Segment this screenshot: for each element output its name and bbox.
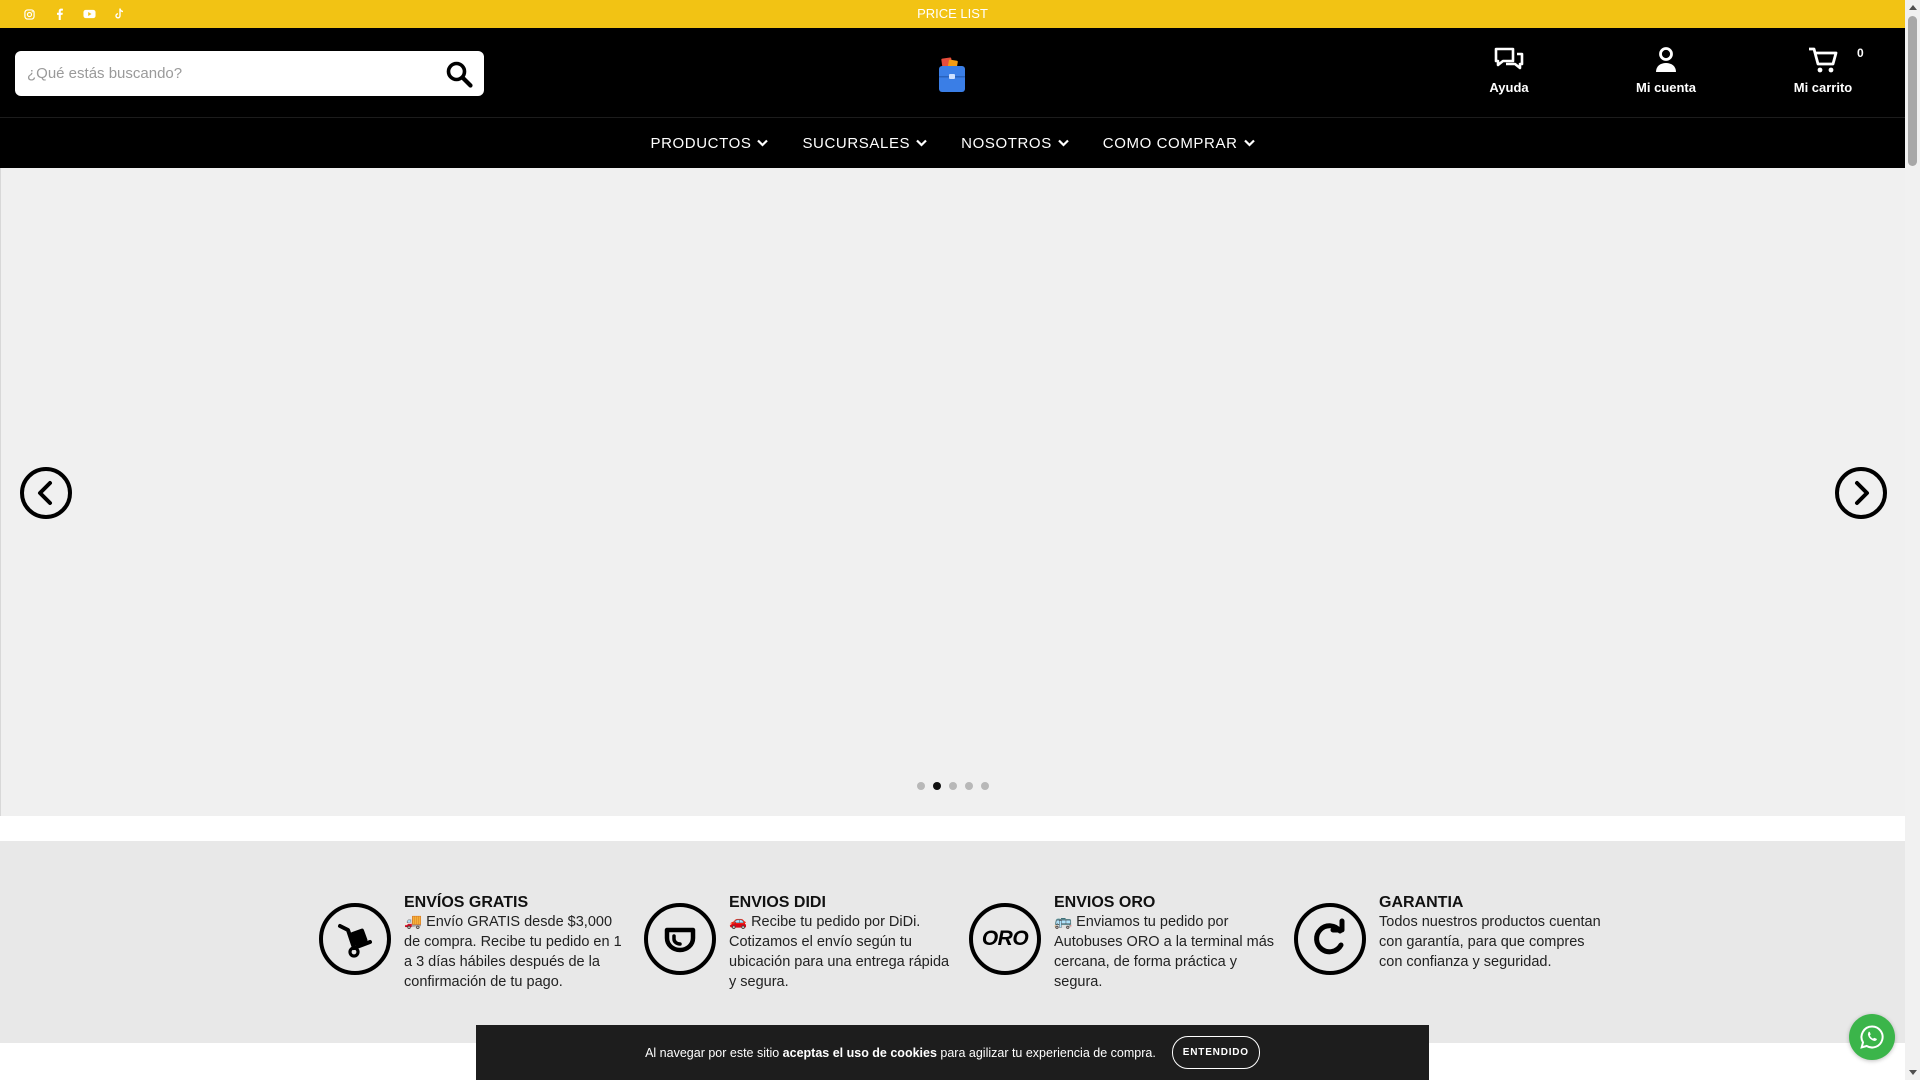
nav-item-label: SUCURSALES (802, 134, 911, 152)
search-box (15, 51, 484, 96)
scrollbar-thumb[interactable] (1908, 16, 1917, 166)
nav-item-sucursales[interactable]: SUCURSALES (785, 135, 944, 152)
chevron-down-icon (757, 139, 769, 147)
chat-bubbles-icon (1494, 47, 1524, 70)
nav-item-label: COMO COMPRAR (1102, 134, 1238, 152)
scroll-up-arrow-icon[interactable] (1905, 0, 1920, 15)
nav-item-productos[interactable]: PRODUCTOS (633, 135, 785, 152)
account-label: Mi cuenta (1636, 80, 1696, 95)
carousel-dot-3[interactable] (949, 782, 957, 790)
cart-count-badge: 0 (1857, 46, 1864, 60)
user-icon (1656, 47, 1676, 72)
refresh-icon (1294, 903, 1366, 975)
carousel-dot-4[interactable] (965, 782, 973, 790)
feature-text: GARANTIA Todos nuestros productos cuenta… (1379, 893, 1604, 972)
search-icon (446, 61, 473, 88)
help-label: Ayuda (1489, 80, 1529, 95)
feature-description: 🚚 Envío GRATIS desde $3,000 de compra. R… (404, 914, 622, 990)
feature-envios-oro: ORO ENVIOS ORO 🚌 Enviamos tu pedido por … (969, 893, 1289, 1013)
nav-item-nosotros[interactable]: NOSOTROS (944, 135, 1086, 152)
cookie-text-before: Al navegar por este sitio (645, 1045, 783, 1060)
nav-item-label: NOSOTROS (961, 134, 1052, 152)
chevron-down-icon (1058, 139, 1069, 147)
oro-logo-icon: ORO (969, 903, 1041, 975)
feature-text: ENVIOS DIDI 🚗 Recibe tu pedido por DiDi.… (729, 893, 954, 992)
feature-title: ENVÍOS GRATIS (404, 894, 529, 911)
feature-envios-gratis: ENVÍOS GRATIS 🚚 Envío GRATIS desde $3,00… (319, 893, 639, 1013)
page-content: PRICE LIST Ayuda (0, 0, 1905, 1080)
feature-title: ENVIOS ORO (1054, 894, 1156, 911)
feature-text: ENVÍOS GRATIS 🚚 Envío GRATIS desde $3,00… (404, 893, 629, 992)
nav-item-label: PRODUCTOS (650, 134, 752, 152)
whatsapp-button[interactable] (1849, 1014, 1895, 1060)
feature-description: 🚌 Enviamos tu pedido por Autobuses ORO a… (1054, 914, 1275, 990)
chevron-down-icon (916, 139, 927, 147)
top-bar: PRICE LIST (0, 0, 1905, 28)
carousel-dot-5[interactable] (981, 782, 989, 790)
carousel-dot-1[interactable] (917, 782, 925, 790)
search-input[interactable] (27, 51, 427, 96)
scroll-down-arrow-icon[interactable] (1905, 1065, 1920, 1080)
whatsapp-icon (1860, 1025, 1884, 1049)
didi-icon (644, 903, 716, 975)
hand-truck-icon (319, 903, 391, 975)
carousel-prev-button[interactable] (20, 467, 72, 519)
feature-text: ENVIOS ORO 🚌 Enviamos tu pedido por Auto… (1054, 893, 1279, 992)
account-link[interactable]: Mi cuenta (1611, 46, 1721, 106)
cart-label: Mi carrito (1793, 80, 1853, 95)
main-nav: PRODUCTOS SUCURSALES NOSOTROS COMO COMPR… (0, 118, 1905, 168)
site-header: Ayuda Mi cuenta Mi carrito 0 (0, 28, 1905, 118)
help-link[interactable]: Ayuda (1454, 46, 1564, 106)
cookie-text-after: para agilizar tu experiencia de compra. (936, 1045, 1156, 1060)
cookie-text-bold: aceptas el uso de cookies (782, 1045, 937, 1060)
features-section: ENVÍOS GRATIS 🚚 Envío GRATIS desde $3,00… (0, 841, 1905, 1043)
page: PRICE LIST Ayuda (0, 0, 1920, 1080)
search-button[interactable] (444, 59, 474, 89)
hero-carousel (0, 168, 1905, 816)
chevron-down-icon (1243, 139, 1255, 147)
carousel-next-button[interactable] (1835, 467, 1887, 519)
cart-icon (1809, 47, 1838, 73)
feature-garantia: GARANTIA Todos nuestros productos cuenta… (1294, 893, 1614, 1013)
cookie-accept-button[interactable]: ENTENDIDO (1171, 1036, 1260, 1069)
feature-envios-didi: ENVIOS DIDI 🚗 Recibe tu pedido por DiDi.… (644, 893, 964, 1013)
feature-title: GARANTIA (1379, 894, 1464, 911)
oro-logo-text: ORO (981, 927, 1029, 950)
carousel-pagination (1, 782, 1905, 790)
site-logo[interactable] (936, 56, 968, 94)
chevron-left-icon (38, 481, 52, 505)
feature-title: ENVIOS DIDI (729, 894, 826, 911)
feature-description: 🚗 Recibe tu pedido por DiDi. Cotizamos e… (729, 914, 950, 990)
price-list-link[interactable]: PRICE LIST (0, 0, 1905, 28)
carousel-dot-2[interactable] (933, 782, 941, 790)
page-scrollbar[interactable] (1905, 0, 1920, 1080)
cookie-banner: Al navegar por este sitio aceptas el uso… (476, 1025, 1429, 1080)
chevron-right-icon (1855, 481, 1869, 505)
cookie-message: Al navegar por este sitio aceptas el uso… (645, 1046, 1156, 1060)
feature-description: Todos nuestros productos cuentan con gar… (1379, 914, 1601, 970)
nav-item-como-comprar[interactable]: COMO COMPRAR (1086, 135, 1272, 152)
